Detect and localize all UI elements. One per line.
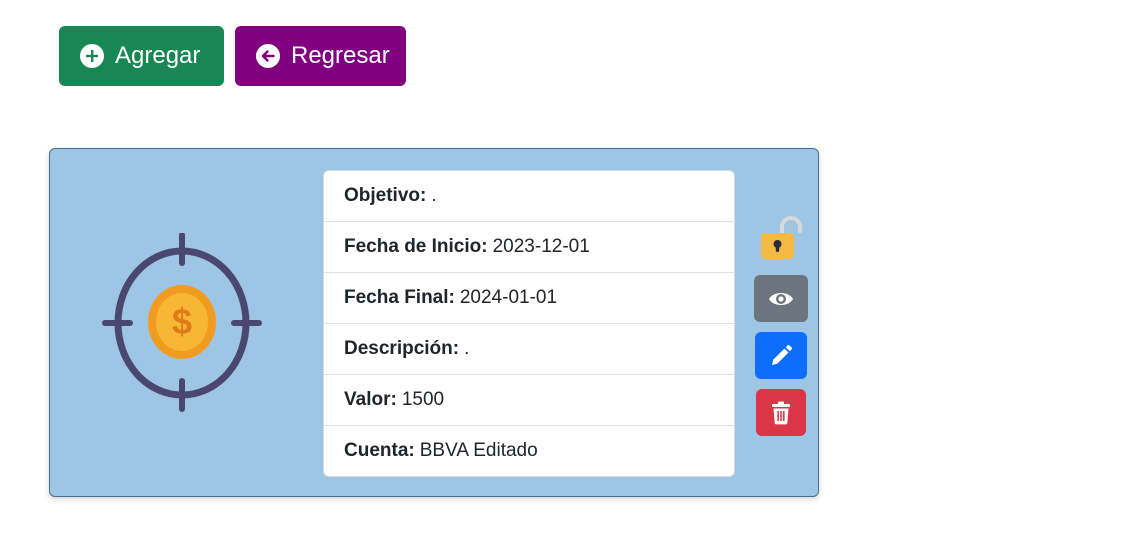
end-date-label: Fecha Final:	[344, 287, 455, 308]
start-date-value: 2023-12-01	[492, 236, 590, 257]
account-row: Cuenta: BBVA Editado	[324, 426, 734, 476]
end-date-row: Fecha Final: 2024-01-01	[324, 273, 734, 324]
eye-icon	[768, 289, 794, 309]
amount-row: Valor: 1500	[324, 375, 734, 426]
start-date-row: Fecha de Inicio: 2023-12-01	[324, 222, 734, 273]
objective-label: Objetivo:	[344, 185, 427, 206]
target-coin-icon: $	[102, 232, 262, 413]
description-value: .	[464, 338, 470, 359]
description-label: Descripción:	[344, 338, 460, 359]
arrow-left-circle-icon	[255, 43, 281, 69]
add-button-label: Agregar	[115, 42, 201, 69]
account-value: BBVA Editado	[419, 440, 538, 461]
toolbar: Agregar Regresar	[59, 26, 406, 86]
pencil-icon	[769, 344, 793, 368]
goal-card: $ Objetivo: . Fecha de Inicio: 2023-12-0…	[49, 148, 819, 497]
objective-row: Objetivo: .	[324, 171, 734, 222]
goal-details-list: Objetivo: . Fecha de Inicio: 2023-12-01 …	[323, 170, 735, 477]
unlocked-padlock-icon[interactable]	[759, 215, 803, 263]
amount-label: Valor:	[344, 389, 397, 410]
back-button-label: Regresar	[291, 42, 390, 69]
svg-text:$: $	[172, 301, 192, 342]
plus-circle-icon	[79, 43, 105, 69]
account-label: Cuenta:	[344, 440, 415, 461]
trash-icon	[771, 401, 791, 425]
back-button[interactable]: Regresar	[235, 26, 406, 86]
edit-button[interactable]	[755, 332, 807, 379]
view-button[interactable]	[754, 275, 808, 322]
objective-value: .	[431, 185, 437, 206]
add-button[interactable]: Agregar	[59, 26, 224, 86]
description-row: Descripción: .	[324, 324, 734, 375]
start-date-label: Fecha de Inicio:	[344, 236, 488, 257]
delete-button[interactable]	[756, 389, 806, 436]
end-date-value: 2024-01-01	[459, 287, 558, 308]
amount-value: 1500	[401, 389, 445, 410]
